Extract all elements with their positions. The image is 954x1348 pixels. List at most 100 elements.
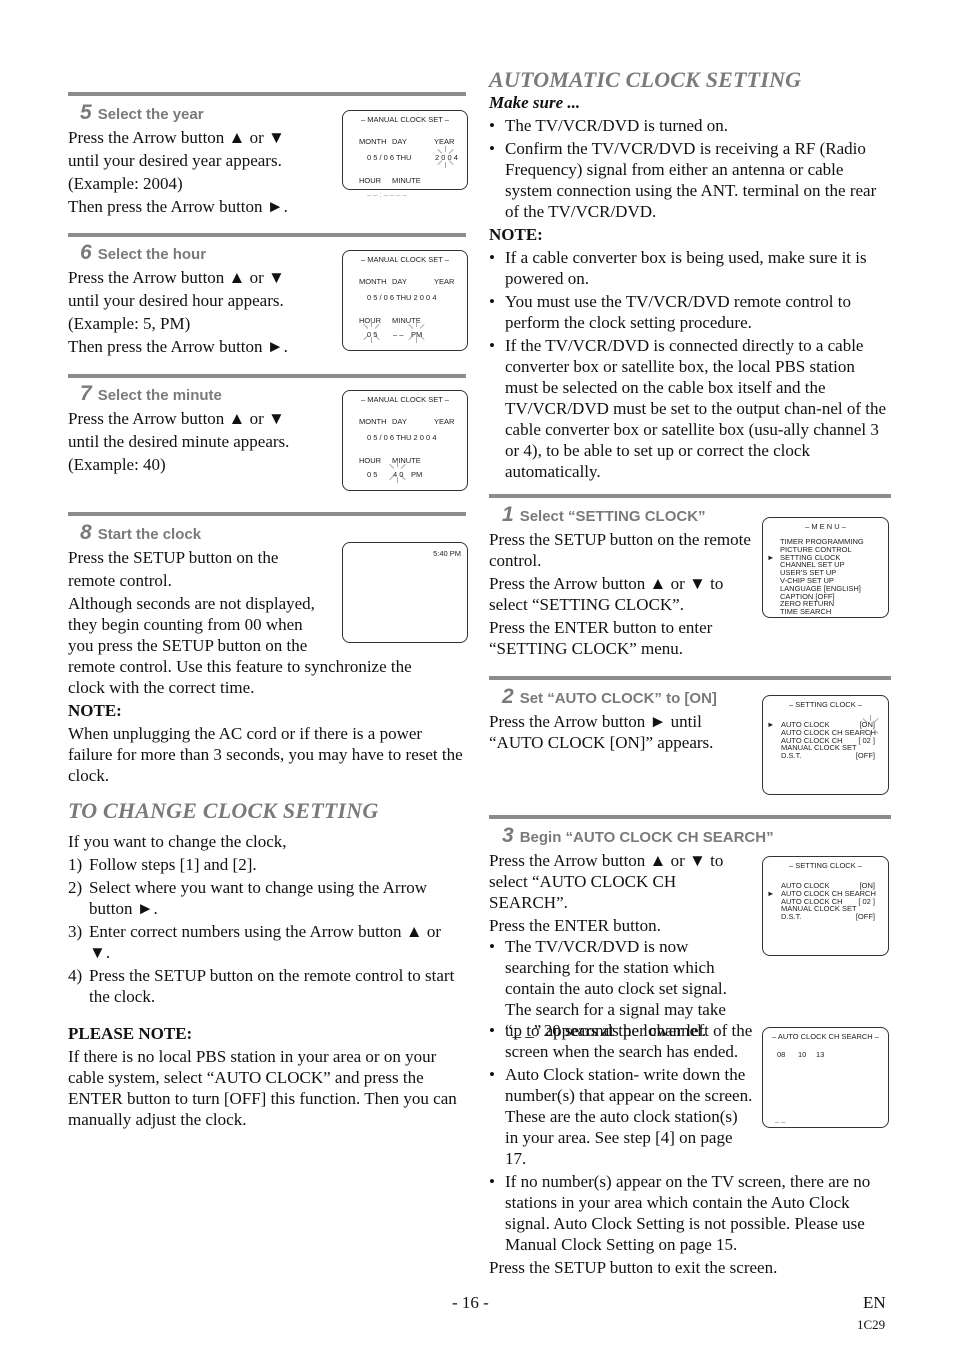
tv-screen-auto-clock-search: – AUTO CLOCK CH SEARCH – 08 10 13 – – xyxy=(762,1027,889,1128)
hour-value: 0 5 xyxy=(367,330,378,339)
step-title: Select “SETTING CLOCK” xyxy=(519,508,706,525)
text-line: until the desired minute appears. xyxy=(68,432,290,451)
section-divider xyxy=(489,676,891,680)
make-sure-list: The TV/VCR/DVD is turned on. Confirm the… xyxy=(489,115,891,222)
make-sure-label: Make sure ... xyxy=(489,93,581,112)
note-list: If a cable converter box is being used, … xyxy=(489,247,891,482)
setting-clock-item: D.S.T. [OFF] xyxy=(763,913,888,921)
paragraph: Press the Arrow button ▲ or ▼ to select … xyxy=(489,574,724,614)
screen-title: – MANUAL CLOCK SET – xyxy=(361,255,449,264)
step-7-text: Press the Arrow button ▲ or ▼ until the … xyxy=(68,408,343,477)
label-year: YEAR xyxy=(434,137,455,146)
item-label: D.S.T. xyxy=(781,912,802,922)
text-line: Press the Arrow button ▲ or ▼ xyxy=(68,409,285,428)
language-code: EN xyxy=(863,1293,886,1312)
label-hour: HOUR xyxy=(359,456,382,465)
list-item: 2) Select where you want to change using … xyxy=(68,878,428,918)
minute-value: 4 0 xyxy=(393,470,404,479)
channel-value: 13 xyxy=(816,1050,825,1059)
step-number: 5 xyxy=(80,101,92,124)
label-month: MONTH xyxy=(359,137,387,146)
ampm-value: PM xyxy=(411,330,423,339)
tv-screen-setting-clock-auto: – SETTING CLOCK – AUTO CLOCK [ON] ► AUTO CL… xyxy=(762,695,889,795)
label-month: MONTH xyxy=(359,417,387,426)
step-7-heading: 7 Select the minute xyxy=(80,383,222,406)
text-line: Press the Arrow button ▲ or ▼ xyxy=(68,268,285,287)
screen-title: – MANUAL CLOCK SET – xyxy=(361,115,449,124)
step-number: 8 xyxy=(80,521,92,544)
tv-screen-manual-clock-minute: – MANUAL CLOCK SET – MONTH DAY YEAR 0 5 … xyxy=(342,390,468,491)
list-item: Confirm the TV/VCR/DVD is receiving a RF… xyxy=(489,138,891,222)
section-divider xyxy=(68,233,466,237)
list-item: You must use the TV/VCR/DVD remote contr… xyxy=(489,291,891,333)
date-value: 0 5 / 0 6 THU 2 0 0 4 xyxy=(367,433,437,442)
section-divider xyxy=(68,374,466,378)
tv-screen-manual-clock-year: – MANUAL CLOCK SET – MONTH DAY YEAR 0 5 … xyxy=(342,110,468,199)
list-item: If a cable converter box is being used, … xyxy=(489,247,891,289)
screen-title: – AUTO CLOCK CH SEARCH – xyxy=(772,1032,879,1041)
text-line: Then press the Arrow button ►. xyxy=(68,197,288,216)
step-6-heading: 6 Select the hour xyxy=(80,242,206,265)
blink-indicator-icon xyxy=(435,146,457,168)
auto-step-1-text: Press the SETUP button on the remote con… xyxy=(489,529,751,661)
change-clock-title: TO CHANGE CLOCK SETTING xyxy=(68,798,379,823)
item-value: [ 02 ] xyxy=(858,735,875,745)
step-title: Select the year xyxy=(97,106,204,123)
selection-arrow-icon: ► xyxy=(767,720,775,729)
list-item: If the TV/VCR/DVD is connected directly … xyxy=(489,335,891,482)
text-line: (Example: 2004) xyxy=(68,174,183,193)
list-item: The TV/VCR/DVD is turned on. xyxy=(489,115,891,136)
screen-title: – MANUAL CLOCK SET – xyxy=(361,395,449,404)
clock-display: 5:40 PM xyxy=(433,549,461,558)
section-divider xyxy=(68,92,466,96)
paragraph: Press the Arrow button ► until “AUTO CLO… xyxy=(489,712,714,752)
text-line: until your desired hour appears. xyxy=(68,291,284,310)
change-clock-text: If you want to change the clock, 1) Follo… xyxy=(68,831,466,1132)
screen-title: – SETTING CLOCK – xyxy=(789,700,862,709)
blink-indicator-icon xyxy=(860,715,882,737)
text-line: (Example: 40) xyxy=(68,455,166,474)
screen-title: – M E N U – xyxy=(805,522,846,531)
list-item: 3) Enter correct numbers using the Arrow … xyxy=(68,922,442,962)
label-minute: MINUTE xyxy=(392,176,421,185)
step-number: 1 xyxy=(502,503,514,526)
step-8-heading: 8 Start the clock xyxy=(80,522,201,545)
list-item: 4) Press the SETUP button on the remote c… xyxy=(68,966,455,1006)
minute-value: – – xyxy=(393,330,404,339)
step-number: 2 xyxy=(502,685,514,708)
text-line: remote control. Use this feature to sync… xyxy=(68,657,412,676)
search-end-marker: – – xyxy=(775,1117,786,1126)
item-value: [OFF] xyxy=(855,751,875,761)
auto-step-2-heading: 2 Set “AUTO CLOCK” to [ON] xyxy=(502,686,717,709)
section-divider xyxy=(489,494,891,498)
channel-value: 08 xyxy=(777,1050,786,1059)
paragraph: Press the Arrow button ▲ or ▼ to select … xyxy=(489,851,724,912)
tv-screen-clock-display: 5:40 PM xyxy=(342,542,468,643)
item-value: [OFF] xyxy=(855,912,875,922)
change-steps-list: 1) Follow steps [1] and [2]. 2) Select whe… xyxy=(68,854,466,1007)
note-text: When unplugging the AC cord or if there … xyxy=(68,724,463,785)
auto-step-3-heading: 3 Begin “AUTO CLOCK CH SEARCH” xyxy=(502,825,774,848)
label-hour: HOUR xyxy=(359,176,382,185)
paragraph: Press the SETUP button on the remote con… xyxy=(489,530,751,570)
text-line: Press the Arrow button ▲ or ▼ xyxy=(68,128,285,147)
intro-text: If you want to change the clock, xyxy=(68,832,287,851)
hour-value: 0 5 xyxy=(367,470,378,479)
step-5-text: Press the Arrow button ▲ or ▼ until your… xyxy=(68,127,343,219)
setting-clock-list: AUTO CLOCK [ON] AUTO CLOCK CH SEARCH ► AUTO … xyxy=(763,882,888,921)
menu-list: TIMER PROGRAMMING PICTURE CONTROL SETTING … xyxy=(767,538,864,617)
tv-screen-manual-clock-hour: – MANUAL CLOCK SET – MONTH DAY YEAR 0 5 … xyxy=(342,250,468,351)
label-day: DAY xyxy=(392,137,407,146)
date-value: 0 5 / 0 6 THU 2 0 0 4 xyxy=(367,293,437,302)
paragraph: Press the ENTER button. xyxy=(489,916,661,935)
closing-text: Press the SETUP button to exit the scree… xyxy=(489,1258,778,1277)
section-divider xyxy=(68,512,466,516)
text-line: Then press the Arrow button ►. xyxy=(68,337,288,356)
screen-title: – SETTING CLOCK – xyxy=(789,861,862,870)
step-number: 7 xyxy=(80,382,92,405)
label-day: DAY xyxy=(392,417,407,426)
label-month: MONTH xyxy=(359,277,387,286)
menu-item: TIME SEARCH xyxy=(780,607,832,617)
make-sure-text: Make sure ... The TV/VCR/DVD is turned o… xyxy=(489,92,891,484)
step-title: Begin “AUTO CLOCK CH SEARCH” xyxy=(519,829,774,846)
